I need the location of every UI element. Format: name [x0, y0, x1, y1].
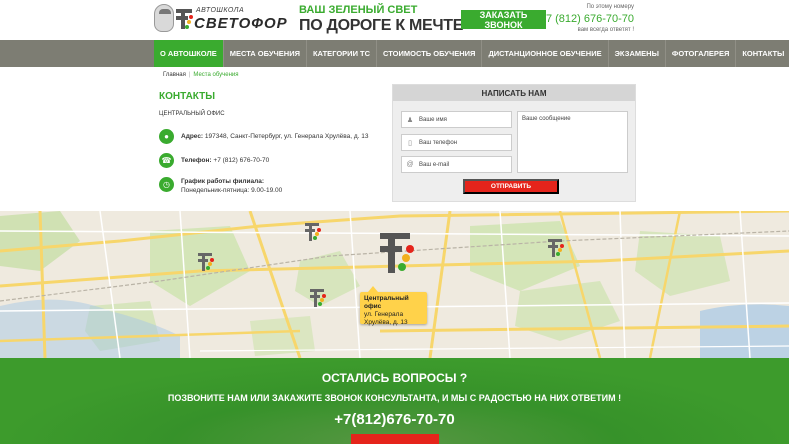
- address-value: 197348, Санкт-Петербург, ул. Генерала Хр…: [204, 133, 369, 140]
- phone-note-bottom: вам всегда ответят !: [577, 27, 634, 33]
- map-canvas: [0, 211, 789, 358]
- address-row: ● Адрес: 197348, Санкт-Петербург, ул. Ге…: [159, 129, 369, 144]
- breadcrumb: Главная | Места обучения: [163, 72, 239, 78]
- nav-item-pricing[interactable]: СТОИМОСТЬ ОБУЧЕНИЯ: [377, 40, 483, 67]
- hours-value: Понедельник-пятница: 9.00-19.00: [181, 187, 283, 194]
- map[interactable]: [0, 211, 789, 358]
- breadcrumb-current: Места обучения: [193, 72, 239, 78]
- user-icon: ♟: [406, 116, 414, 124]
- email-placeholder: Ваш e-mail: [419, 161, 450, 168]
- questions-banner: ОСТАЛИСЬ ВОПРОСЫ ? ПОЗВОНИТЕ НАМ ИЛИ ЗАК…: [0, 358, 789, 444]
- banner-subtitle: ПОЗВОНИТЕ НАМ ИЛИ ЗАКАЖИТЕ ЗВОНОК КОНСУЛ…: [167, 393, 622, 403]
- map-label-title: Центральный офис: [364, 295, 409, 310]
- phone-icon: ☎: [159, 153, 174, 168]
- hours-row: ◷ График работы филиала: Понедельник-пят…: [159, 177, 282, 195]
- nav-item-categories[interactable]: КАТЕГОРИИ ТС: [307, 40, 378, 67]
- location-pin-icon: ●: [159, 129, 174, 144]
- phone-note-top: По этому номеру: [586, 4, 634, 10]
- form-title: НАПИСАТЬ НАМ: [393, 85, 635, 101]
- contact-form: НАПИСАТЬ НАМ ♟ Ваше имя ▯ Ваш телефон @ …: [392, 84, 636, 202]
- logo-subtitle: АВТОШКОЛА: [196, 7, 245, 14]
- nav-item-contacts[interactable]: КОНТАКТЫ: [736, 40, 789, 67]
- nav-item-gallery[interactable]: ФОТОГАЛЕРЕЯ: [666, 40, 737, 67]
- submit-button[interactable]: ОТПРАВИТЬ: [463, 179, 559, 194]
- nav-items: О АВТОШКОЛЕ МЕСТА ОБУЧЕНИЯ КАТЕГОРИИ ТС …: [154, 40, 789, 67]
- phone-value[interactable]: +7 (812) 676-70-70: [213, 157, 269, 164]
- map-label-line2: Хрулёва, д. 13: [364, 319, 408, 326]
- header-phone[interactable]: +7 (812) 676-70-70: [540, 13, 634, 25]
- nav-item-about[interactable]: О АВТОШКОЛЕ: [154, 40, 224, 67]
- hours-label: График работы филиала:: [181, 178, 265, 185]
- clock-icon: ◷: [159, 177, 174, 192]
- phone-row: ☎ Телефон: +7 (812) 676-70-70: [159, 153, 269, 168]
- contacts-title: КОНТАКТЫ: [159, 91, 216, 102]
- phone-label: Телефон:: [181, 157, 212, 164]
- banner-callback-button[interactable]: [351, 434, 439, 444]
- nav-item-locations[interactable]: МЕСТА ОБУЧЕНИЯ: [224, 40, 307, 67]
- nav-item-exams[interactable]: ЭКЗАМЕНЫ: [609, 40, 666, 67]
- slogan-line-1: ВАШ ЗЕЛЕНЫЙ СВЕТ: [299, 4, 418, 16]
- traffic-light-logo-icon: [176, 9, 193, 29]
- breadcrumb-home[interactable]: Главная: [163, 72, 186, 78]
- banner-title: ОСТАЛИСЬ ВОПРОСЫ ?: [321, 371, 468, 385]
- main-nav: О АВТОШКОЛЕ МЕСТА ОБУЧЕНИЯ КАТЕГОРИИ ТС …: [0, 40, 789, 67]
- name-field[interactable]: ♟ Ваше имя: [401, 111, 512, 128]
- phone-field[interactable]: ▯ Ваш телефон: [401, 134, 512, 151]
- message-field[interactable]: Ваше сообщение: [517, 111, 628, 173]
- logo[interactable]: АВТОШКОЛА СВЕТОФОР: [154, 4, 287, 34]
- at-icon: @: [406, 161, 414, 168]
- logo-title: СВЕТОФОР: [194, 15, 288, 32]
- header: АВТОШКОЛА СВЕТОФОР ВАШ ЗЕЛЕНЫЙ СВЕТ ПО Д…: [0, 0, 789, 40]
- email-field[interactable]: @ Ваш e-mail: [401, 156, 512, 173]
- name-placeholder: Ваше имя: [419, 116, 447, 123]
- order-callback-button[interactable]: ЗАКАЗАТЬ ЗВОНОК: [461, 10, 546, 30]
- phone-placeholder: Ваш телефон: [419, 139, 458, 146]
- map-office-label: Центральный офис ул. Генерала Хрулёва, д…: [360, 286, 427, 326]
- slogan-line-2: ПО ДОРОГЕ К МЕЧТЕ: [299, 17, 464, 34]
- mascot-icon: [154, 4, 174, 32]
- address-label: Адрес:: [181, 133, 204, 140]
- banner-phone[interactable]: +7(812)676-70-70: [0, 411, 789, 428]
- office-label: ЦЕНТРАЛЬНЫЙ ОФИС: [159, 111, 225, 117]
- nav-item-distance-learning[interactable]: ДИСТАНЦИОННОЕ ОБУЧЕНИЕ: [482, 40, 609, 67]
- map-label-line1: ул. Генерала: [364, 311, 404, 318]
- breadcrumb-separator: |: [188, 72, 191, 78]
- page: АВТОШКОЛА СВЕТОФОР ВАШ ЗЕЛЕНЫЙ СВЕТ ПО Д…: [0, 0, 789, 444]
- mobile-icon: ▯: [408, 139, 412, 147]
